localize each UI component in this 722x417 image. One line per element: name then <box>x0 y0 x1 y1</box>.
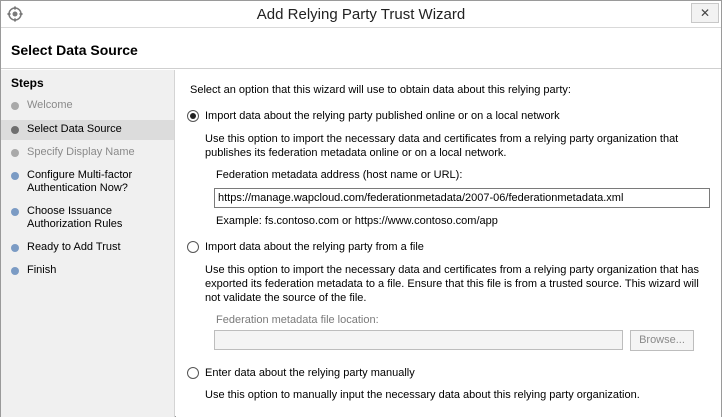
browse-button[interactable]: Browse... <box>630 330 694 351</box>
wizard-window: Add Relying Party Trust Wizard ✕ Select … <box>0 0 722 417</box>
step-status-icon <box>11 244 19 252</box>
step-ready-to-add-trust: Ready to Add Trust <box>1 241 174 254</box>
step-status-icon <box>11 102 19 110</box>
content-pane: Select an option that this wizard will u… <box>176 70 721 417</box>
step-label: Select Data Source <box>27 123 122 135</box>
file-location-input[interactable] <box>214 330 623 350</box>
metadata-address-example: Example: fs.contoso.com or https://www.c… <box>216 215 498 227</box>
close-button[interactable]: ✕ <box>691 3 719 23</box>
instruction-text: Select an option that this wizard will u… <box>190 84 571 96</box>
step-label: Welcome <box>27 99 73 111</box>
page-title: Select Data Source <box>11 42 138 58</box>
step-status-icon <box>11 172 19 180</box>
radio-import-online[interactable] <box>187 110 199 122</box>
option-online-description: Use this option to import the necessary … <box>205 133 679 159</box>
step-specify-display-name: Specify Display Name <box>1 146 174 159</box>
step-label: Finish <box>27 264 57 276</box>
steps-pane: Steps Welcome Select Data Source Specify… <box>1 70 175 417</box>
radio-import-file[interactable] <box>187 241 199 253</box>
option-file-description: Use this option to import the necessary … <box>205 264 700 304</box>
step-status-icon <box>11 149 19 157</box>
metadata-address-label: Federation metadata address (host name o… <box>216 169 463 181</box>
step-label: Specify Display Name <box>27 146 135 158</box>
radio-enter-manually[interactable] <box>187 367 199 379</box>
step-welcome: Welcome <box>1 99 174 112</box>
window-title: Add Relying Party Trust Wizard <box>256 6 466 23</box>
page-header: Select Data Source <box>1 29 721 69</box>
step-label: Ready to Add Trust <box>27 241 121 253</box>
option-manual-description: Use this option to manually input the ne… <box>205 389 640 401</box>
step-status-icon <box>11 208 19 216</box>
step-choose-issuance-rules: Choose Issuance Authorization Rules <box>1 205 141 231</box>
file-location-label: Federation metadata file location: <box>216 314 379 326</box>
title-bar: Add Relying Party Trust Wizard ✕ <box>1 1 721 28</box>
step-label: Choose Issuance Authorization Rules <box>27 205 123 230</box>
steps-heading: Steps <box>11 76 44 90</box>
step-status-icon <box>11 267 19 275</box>
close-icon: ✕ <box>699 6 711 20</box>
step-configure-mfa: Configure Multi-factor Authentication No… <box>1 169 151 195</box>
metadata-address-input[interactable] <box>214 188 710 208</box>
step-finish: Finish <box>1 264 174 277</box>
step-select-data-source: Select Data Source <box>1 120 174 140</box>
radio-enter-manually-label[interactable]: Enter data about the relying party manua… <box>205 367 415 379</box>
radio-import-online-label[interactable]: Import data about the relying party publ… <box>205 110 560 122</box>
step-status-icon <box>11 126 19 134</box>
radio-import-file-label[interactable]: Import data about the relying party from… <box>205 241 424 253</box>
step-label: Configure Multi-factor Authentication No… <box>27 169 133 194</box>
